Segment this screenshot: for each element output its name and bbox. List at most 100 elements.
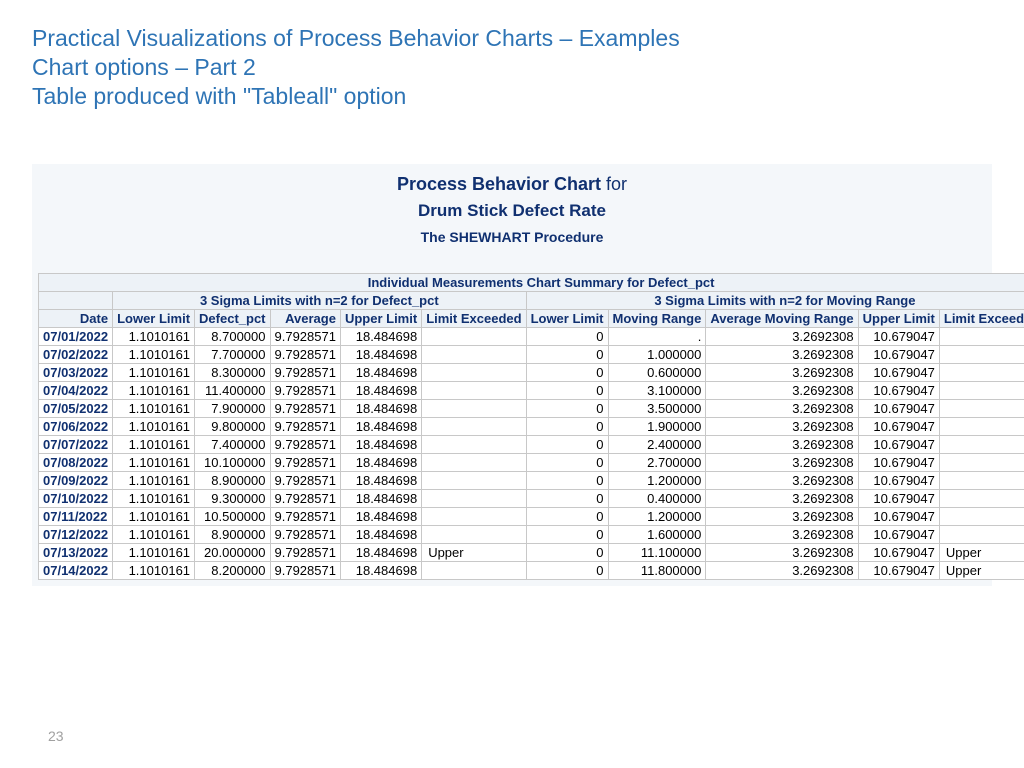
cell-mr-limit-exceeded <box>939 472 1024 490</box>
table-row: 07/01/20221.10101618.7000009.792857118.4… <box>39 328 1024 346</box>
cell-limit-exceeded <box>422 526 526 544</box>
cell-mr-lower-limit: 0 <box>526 328 608 346</box>
cell-date: 07/11/2022 <box>39 508 113 526</box>
table-row: 07/09/20221.10101618.9000009.792857118.4… <box>39 472 1024 490</box>
slide-heading: Practical Visualizations of Process Beha… <box>32 24 992 110</box>
cell-date: 07/04/2022 <box>39 382 113 400</box>
cell-lower-limit: 1.1010161 <box>113 454 195 472</box>
cell-lower-limit: 1.1010161 <box>113 364 195 382</box>
cell-upper-limit: 18.484698 <box>340 400 421 418</box>
report-title: Process Behavior Chart for <box>38 174 986 195</box>
cell-limit-exceeded <box>422 436 526 454</box>
cell-limit-exceeded <box>422 418 526 436</box>
cell-avg-moving-range: 3.2692308 <box>706 328 858 346</box>
slide: Practical Visualizations of Process Beha… <box>0 0 1024 768</box>
cell-mr-limit-exceeded <box>939 400 1024 418</box>
cell-average: 9.7928571 <box>270 508 340 526</box>
cell-moving-range: 1.600000 <box>608 526 706 544</box>
cell-moving-range: 1.000000 <box>608 346 706 364</box>
table-row: 07/13/20221.101016120.0000009.792857118.… <box>39 544 1024 562</box>
report-panel: Process Behavior Chart for Drum Stick De… <box>32 164 992 586</box>
table-empty-header <box>39 292 113 310</box>
cell-average: 9.7928571 <box>270 490 340 508</box>
cell-upper-limit: 18.484698 <box>340 328 421 346</box>
cell-mr-upper-limit: 10.679047 <box>858 346 939 364</box>
cell-upper-limit: 18.484698 <box>340 364 421 382</box>
col-average: Average <box>270 310 340 328</box>
cell-defect-pct: 8.300000 <box>195 364 270 382</box>
table-row: 07/06/20221.10101619.8000009.792857118.4… <box>39 418 1024 436</box>
cell-mr-upper-limit: 10.679047 <box>858 400 939 418</box>
cell-date: 07/05/2022 <box>39 400 113 418</box>
report-title-prefix: Process Behavior Chart <box>397 174 601 194</box>
cell-limit-exceeded <box>422 562 526 580</box>
cell-mr-limit-exceeded <box>939 364 1024 382</box>
cell-moving-range: 11.100000 <box>608 544 706 562</box>
summary-table: Individual Measurements Chart Summary fo… <box>38 273 1024 580</box>
cell-moving-range: 1.900000 <box>608 418 706 436</box>
cell-mr-limit-exceeded <box>939 490 1024 508</box>
cell-mr-limit-exceeded <box>939 508 1024 526</box>
cell-moving-range: 2.700000 <box>608 454 706 472</box>
cell-mr-upper-limit: 10.679047 <box>858 364 939 382</box>
cell-limit-exceeded <box>422 328 526 346</box>
heading-line-2: Chart options – Part 2 <box>32 53 992 82</box>
cell-defect-pct: 8.200000 <box>195 562 270 580</box>
table-row: 07/05/20221.10101617.9000009.792857118.4… <box>39 400 1024 418</box>
cell-upper-limit: 18.484698 <box>340 418 421 436</box>
cell-date: 07/02/2022 <box>39 346 113 364</box>
cell-defect-pct: 9.800000 <box>195 418 270 436</box>
cell-upper-limit: 18.484698 <box>340 526 421 544</box>
cell-upper-limit: 18.484698 <box>340 562 421 580</box>
cell-defect-pct: 8.700000 <box>195 328 270 346</box>
cell-avg-moving-range: 3.2692308 <box>706 526 858 544</box>
cell-defect-pct: 20.000000 <box>195 544 270 562</box>
cell-lower-limit: 1.1010161 <box>113 382 195 400</box>
cell-lower-limit: 1.1010161 <box>113 562 195 580</box>
cell-avg-moving-range: 3.2692308 <box>706 472 858 490</box>
col-defect-pct: Defect_pct <box>195 310 270 328</box>
cell-average: 9.7928571 <box>270 400 340 418</box>
cell-mr-lower-limit: 0 <box>526 418 608 436</box>
report-procedure: The SHEWHART Procedure <box>38 229 986 245</box>
cell-average: 9.7928571 <box>270 382 340 400</box>
cell-mr-lower-limit: 0 <box>526 454 608 472</box>
cell-mr-limit-exceeded <box>939 346 1024 364</box>
cell-defect-pct: 10.500000 <box>195 508 270 526</box>
cell-date: 07/09/2022 <box>39 472 113 490</box>
cell-mr-limit-exceeded: Upper <box>939 562 1024 580</box>
cell-avg-moving-range: 3.2692308 <box>706 364 858 382</box>
cell-average: 9.7928571 <box>270 472 340 490</box>
cell-moving-range: 0.600000 <box>608 364 706 382</box>
cell-moving-range: 3.500000 <box>608 400 706 418</box>
col-mr-limit-exceeded: Limit Exceeded <box>939 310 1024 328</box>
cell-mr-lower-limit: 0 <box>526 508 608 526</box>
cell-defect-pct: 8.900000 <box>195 472 270 490</box>
table-row: 07/12/20221.10101618.9000009.792857118.4… <box>39 526 1024 544</box>
col-date: Date <box>39 310 113 328</box>
cell-defect-pct: 8.900000 <box>195 526 270 544</box>
cell-avg-moving-range: 3.2692308 <box>706 400 858 418</box>
cell-average: 9.7928571 <box>270 454 340 472</box>
cell-lower-limit: 1.1010161 <box>113 436 195 454</box>
cell-mr-upper-limit: 10.679047 <box>858 562 939 580</box>
cell-date: 07/07/2022 <box>39 436 113 454</box>
col-upper-limit: Upper Limit <box>340 310 421 328</box>
cell-mr-lower-limit: 0 <box>526 544 608 562</box>
table-group2: 3 Sigma Limits with n=2 for Moving Range <box>526 292 1024 310</box>
cell-moving-range: 1.200000 <box>608 472 706 490</box>
cell-average: 9.7928571 <box>270 526 340 544</box>
cell-mr-upper-limit: 10.679047 <box>858 544 939 562</box>
cell-mr-upper-limit: 10.679047 <box>858 490 939 508</box>
table-row: 07/02/20221.10101617.7000009.792857118.4… <box>39 346 1024 364</box>
cell-avg-moving-range: 3.2692308 <box>706 544 858 562</box>
cell-defect-pct: 7.700000 <box>195 346 270 364</box>
table-row: 07/04/20221.101016111.4000009.792857118.… <box>39 382 1024 400</box>
cell-mr-limit-exceeded <box>939 418 1024 436</box>
cell-mr-limit-exceeded <box>939 454 1024 472</box>
cell-mr-upper-limit: 10.679047 <box>858 436 939 454</box>
cell-lower-limit: 1.1010161 <box>113 328 195 346</box>
cell-lower-limit: 1.1010161 <box>113 526 195 544</box>
cell-avg-moving-range: 3.2692308 <box>706 490 858 508</box>
cell-moving-range: 3.100000 <box>608 382 706 400</box>
